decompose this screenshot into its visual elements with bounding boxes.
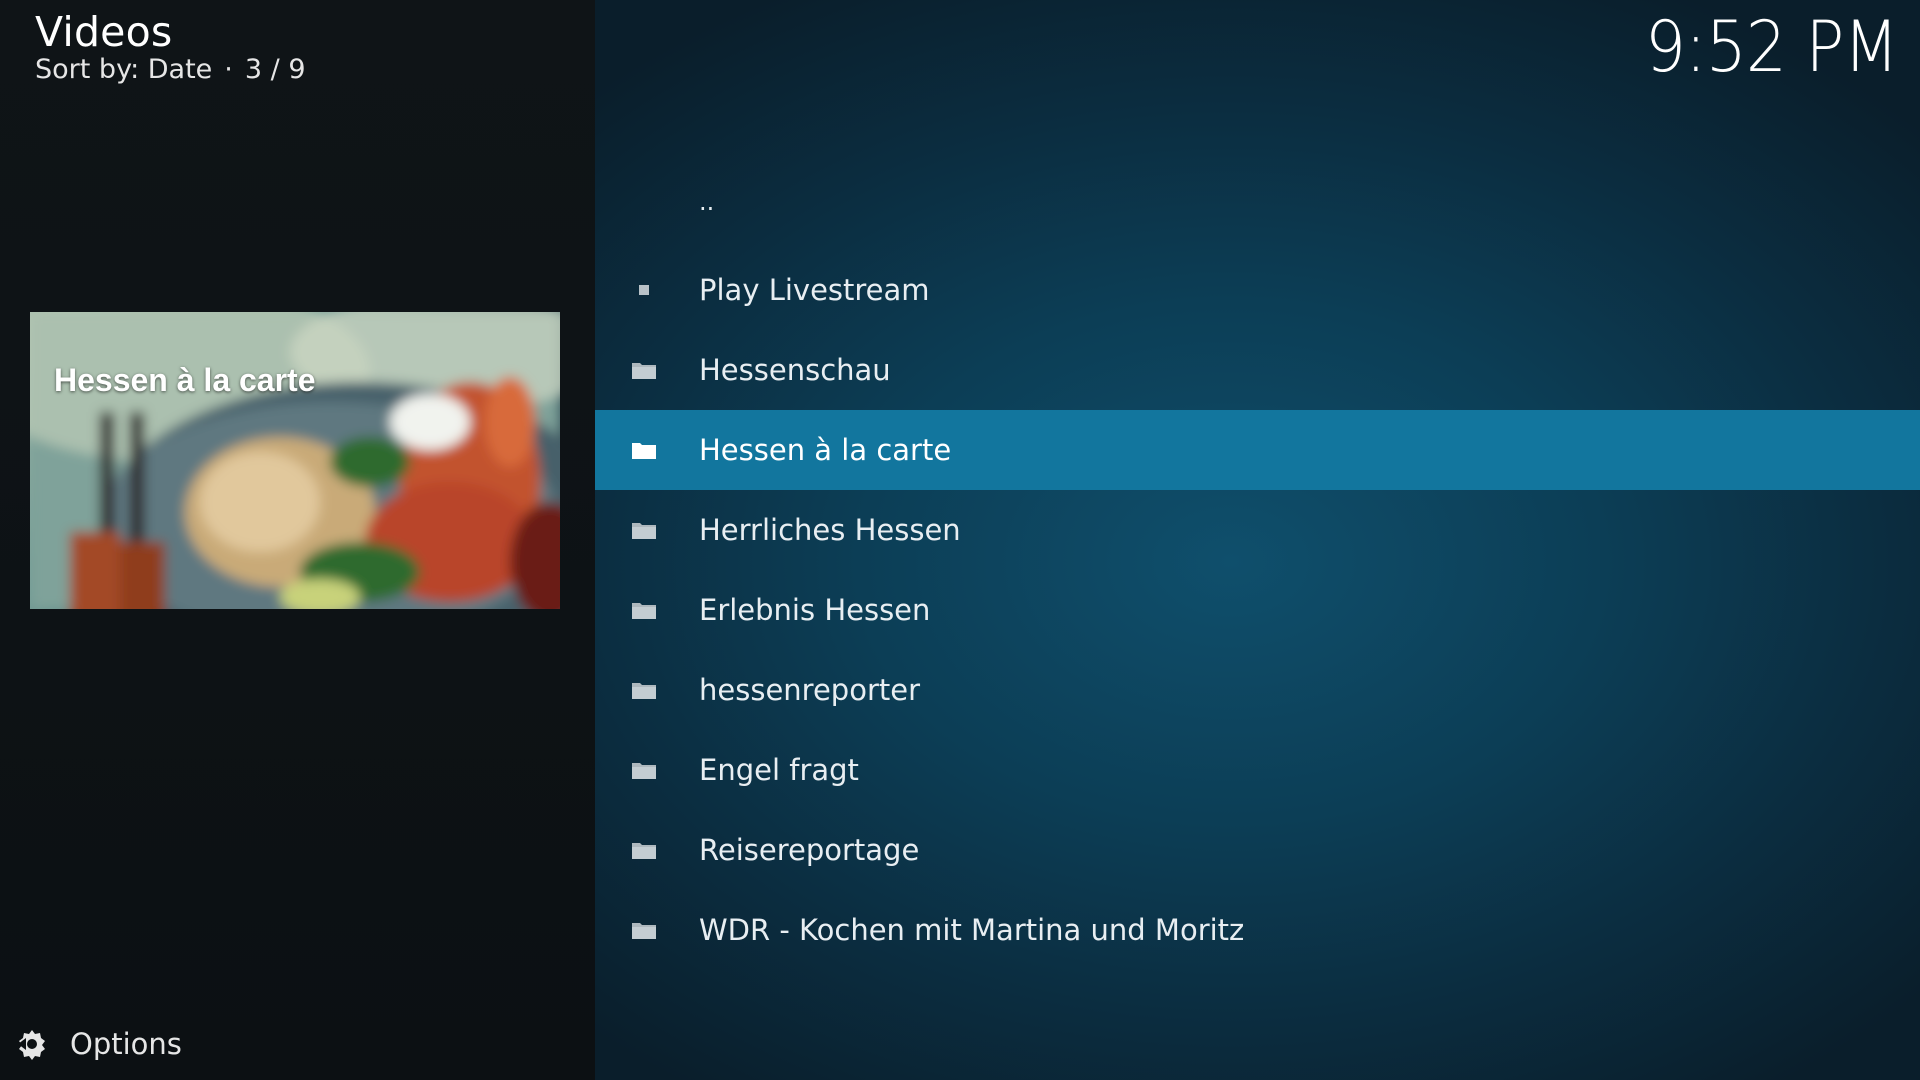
list-item-parent[interactable]: .. [595,170,1920,250]
folder-icon [631,600,657,620]
list-item-hessen-a-la-carte[interactable]: Hessen à la carte [595,410,1920,490]
thumbnail-art [30,312,560,609]
list-item-label: Hessenschau [699,353,891,387]
thumbnail-image: Hessen à la carte [30,312,560,609]
list-item-label: .. [699,188,715,216]
item-list: .. Play Livestream Hessenschau Hessen à … [595,170,1920,970]
options-label: Options [70,1027,182,1061]
list-item-label: Reisereportage [699,833,920,867]
list-item-erlebnis-hessen[interactable]: Erlebnis Hessen [595,570,1920,650]
list-item-label: Play Livestream [699,273,930,307]
square-icon [631,280,657,300]
list-item-label: WDR - Kochen mit Martina und Moritz [699,913,1245,947]
folder-icon [631,840,657,860]
list-item-label: Hessen à la carte [699,433,952,467]
list-item-hessenreporter[interactable]: hessenreporter [595,650,1920,730]
list-item-play-livestream[interactable]: Play Livestream [595,250,1920,330]
clock: 9:52 PM [1644,6,1899,88]
list-item-label: Erlebnis Hessen [699,593,931,627]
sort-label: Sort by: Date [35,54,213,85]
folder-icon [631,680,657,700]
separator-dot: · [224,54,233,85]
sort-info[interactable]: Sort by: Date · 3 / 9 [35,54,306,85]
list-item-label: hessenreporter [699,673,920,707]
folder-icon [631,520,657,540]
list-item-label: Engel fragt [699,753,859,787]
list-item-engel-fragt[interactable]: Engel fragt [595,730,1920,810]
thumbnail-caption: Hessen à la carte [54,362,316,398]
folder-icon [631,360,657,380]
options-button[interactable]: Options [14,1022,182,1066]
folder-icon [631,920,657,940]
list-item-reisereportage[interactable]: Reisereportage [595,810,1920,890]
options-gear-icon [14,1026,50,1062]
list-item-herrliches-hessen[interactable]: Herrliches Hessen [595,490,1920,570]
list-item-label: Herrliches Hessen [699,513,961,547]
list-item-hessenschau[interactable]: Hessenschau [595,330,1920,410]
page-title: Videos [35,8,173,56]
folder-icon [631,760,657,780]
folder-icon [631,440,657,460]
list-item-wdr-kochen[interactable]: WDR - Kochen mit Martina und Moritz [595,890,1920,970]
item-position: 3 / 9 [244,54,306,85]
